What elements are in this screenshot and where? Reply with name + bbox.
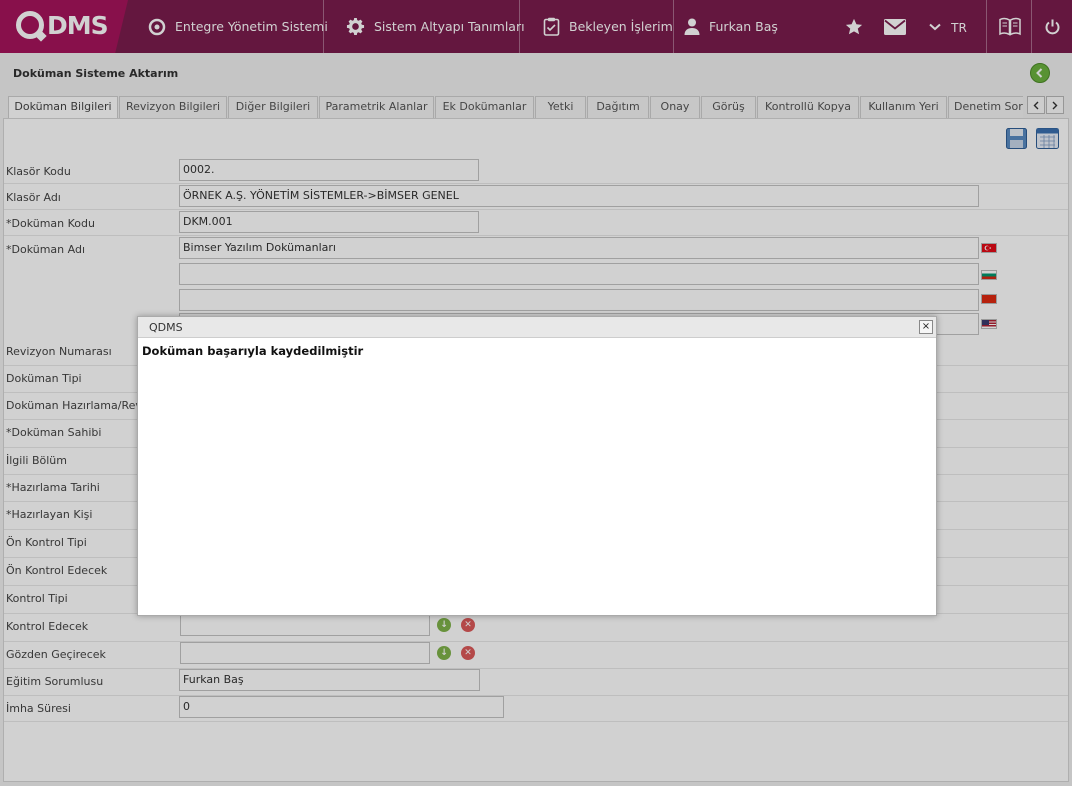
dialog-message: Doküman başarıyla kaydedilmiştir [142, 344, 364, 358]
dialog-header: QDMS × [138, 317, 936, 338]
dialog-title: QDMS [149, 321, 183, 334]
success-dialog: QDMS × Doküman başarıyla kaydedilmiştir [137, 316, 937, 616]
dialog-close-button[interactable]: × [919, 320, 933, 334]
